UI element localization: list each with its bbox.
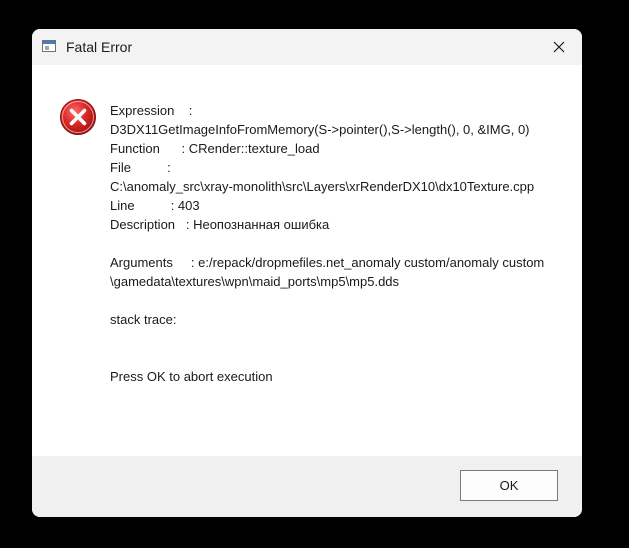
title-bar[interactable]: Fatal Error xyxy=(32,29,582,65)
dialog-content: Expression : D3DX11GetImageInfoFromMemor… xyxy=(32,65,582,456)
fatal-error-dialog: Fatal Error Expression : D3DX11GetImageI… xyxy=(32,29,582,517)
function-line: Function : CRender::texture_load xyxy=(110,141,320,156)
expression-value: D3DX11GetImageInfoFromMemory(S->pointer(… xyxy=(110,122,530,137)
expression-label: Expression : xyxy=(110,103,193,118)
stack-trace-label: stack trace: xyxy=(110,312,177,327)
arguments-line: Arguments : e:/repack/dropmefiles.net_an… xyxy=(110,255,545,289)
line-number-line: Line : 403 xyxy=(110,198,200,213)
file-value: C:\anomaly_src\xray-monolith\src\Layers\… xyxy=(110,179,535,194)
ok-button[interactable]: OK xyxy=(460,470,558,501)
error-icon xyxy=(60,99,96,135)
window-title: Fatal Error xyxy=(66,39,133,55)
error-message: Expression : D3DX11GetImageInfoFromMemor… xyxy=(110,101,550,386)
app-window-icon xyxy=(42,40,56,52)
close-icon xyxy=(553,41,565,53)
abort-prompt: Press OK to abort execution xyxy=(110,369,273,384)
file-label: File : xyxy=(110,160,171,175)
button-bar: OK xyxy=(32,456,582,517)
description-line: Description : Неопознанная ошибка xyxy=(110,217,330,232)
close-button[interactable] xyxy=(536,29,582,65)
